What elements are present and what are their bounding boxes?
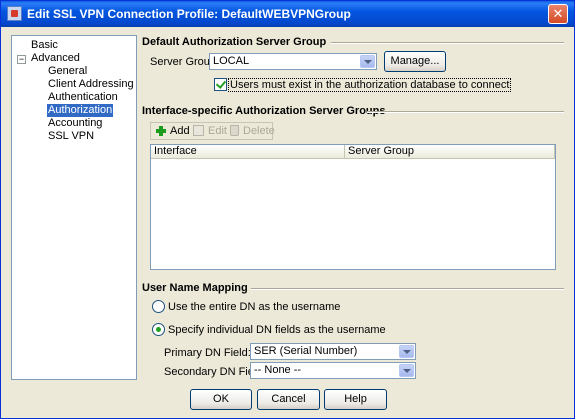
section-divider <box>367 111 564 113</box>
primary-dn-value: SER (Serial Number) <box>254 345 358 357</box>
column-header-interface[interactable]: Interface <box>151 145 345 159</box>
column-header-server-group[interactable]: Server Group <box>345 145 555 159</box>
tree-item-advanced[interactable]: Advanced <box>30 52 81 65</box>
secondary-dn-select[interactable]: -- None -- <box>250 362 416 379</box>
must-exist-checkbox[interactable] <box>214 78 227 91</box>
individual-dn-label[interactable]: Specify individual DN fields as the user… <box>168 324 386 336</box>
tree-item-authentication[interactable]: Authentication <box>47 91 119 104</box>
entire-dn-label[interactable]: Use the entire DN as the username <box>168 301 340 313</box>
interface-groups-heading: Interface-specific Authorization Server … <box>142 105 386 117</box>
title-bar[interactable]: Edit SSL VPN Connection Profile: Default… <box>1 1 574 27</box>
secondary-dn-value: -- None -- <box>254 364 302 376</box>
chevron-down-icon[interactable] <box>360 55 375 68</box>
trash-icon <box>230 125 239 136</box>
add-button[interactable]: Add <box>154 122 191 140</box>
edit-label: Edit <box>208 125 227 137</box>
tree-item-client-addressing[interactable]: Client Addressing <box>47 78 135 91</box>
edit-icon <box>193 125 204 136</box>
delete-button[interactable]: Delete <box>229 122 275 140</box>
server-group-select[interactable]: LOCAL <box>209 53 377 70</box>
tree-item-basic[interactable]: Basic <box>30 39 59 52</box>
cancel-button[interactable]: Cancel <box>257 389 320 410</box>
ok-button[interactable]: OK <box>190 389 252 410</box>
server-group-value: LOCAL <box>213 55 250 67</box>
manage-button[interactable]: Manage... <box>384 51 446 72</box>
section-divider <box>251 288 564 290</box>
individual-dn-radio[interactable] <box>152 323 165 336</box>
must-exist-label[interactable]: Users must exist in the authorization da… <box>228 78 512 92</box>
tree-item-general[interactable]: General <box>47 65 88 78</box>
tree-item-ssl-vpn[interactable]: SSL VPN <box>47 130 95 143</box>
navigation-tree: Basic − Advanced General Client Addressi… <box>11 35 137 380</box>
chevron-down-icon[interactable] <box>399 364 414 377</box>
server-groups-table[interactable]: Interface Server Group <box>150 144 556 270</box>
app-icon <box>7 6 22 21</box>
entire-dn-radio[interactable] <box>152 300 165 313</box>
add-label: Add <box>170 125 190 137</box>
dialog-window: Edit SSL VPN Connection Profile: Default… <box>0 0 575 419</box>
collapse-icon[interactable]: − <box>17 55 26 64</box>
section-divider <box>331 42 564 44</box>
help-button[interactable]: Help <box>324 389 387 410</box>
add-icon <box>156 126 166 136</box>
primary-dn-select[interactable]: SER (Serial Number) <box>250 343 416 360</box>
delete-label: Delete <box>243 125 275 137</box>
primary-dn-label: Primary DN Field: <box>164 347 251 359</box>
default-group-heading: Default Authorization Server Group <box>142 36 327 48</box>
user-name-mapping-heading: User Name Mapping <box>142 282 248 294</box>
tree-item-accounting[interactable]: Accounting <box>47 117 103 130</box>
close-button[interactable]: ✕ <box>548 4 568 24</box>
chevron-down-icon[interactable] <box>399 345 414 358</box>
edit-button[interactable]: Edit <box>193 122 227 140</box>
window-title: Edit SSL VPN Connection Profile: Default… <box>27 7 351 21</box>
tree-item-authorization[interactable]: Authorization <box>47 104 114 117</box>
